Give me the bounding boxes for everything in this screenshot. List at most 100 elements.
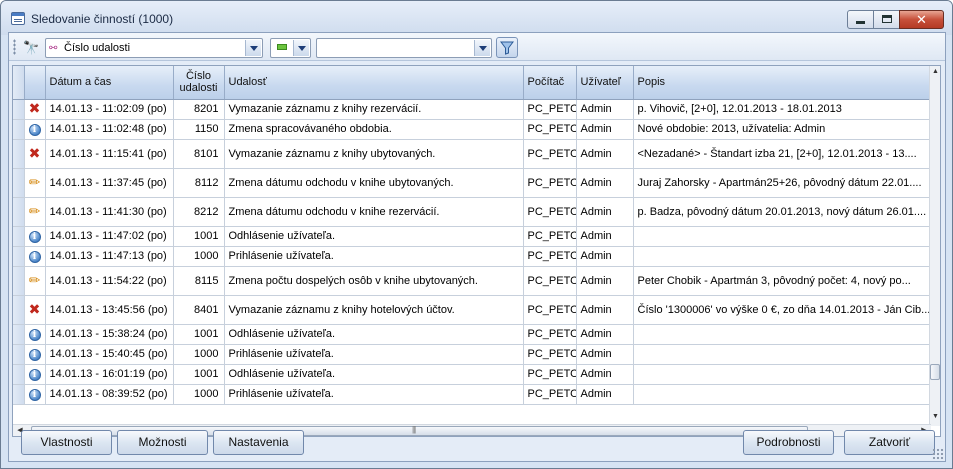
details-button[interactable]: Podrobnosti [743,430,834,455]
table-row[interactable]: ✖ 14.01.13 - 11:02:09 (po) 8201 Vymazanie z… [13,99,932,120]
cell-computer: PC_PETO [523,139,577,169]
title-bar[interactable]: Sledovanie činností (1000) ✕ [1,1,952,35]
vertical-scrollbar[interactable]: ▲ ▼ [929,66,940,426]
row-selector[interactable] [13,99,25,120]
cell-description [633,364,932,385]
cell-description: Peter Chobik - Apartmán 3, pôvodný počet… [633,266,932,296]
scroll-up-icon[interactable]: ▲ [931,68,940,79]
table-row[interactable]: i 14.01.13 - 11:47:13 (po) 1000 Prihlásenie… [13,246,932,267]
info-icon: i [28,123,41,136]
cell-datetime: 14.01.13 - 16:01:19 (po) [45,364,174,385]
row-selector[interactable] [13,168,25,198]
row-type-cell: i [24,344,46,365]
row-selector[interactable] [13,119,25,140]
table-row[interactable]: ✏ 14.01.13 - 11:37:45 (po) 8112 Zmena dátum… [13,168,932,198]
table-row[interactable]: ✖ 14.01.13 - 13:45:56 (po) 8401 Vymazanie z… [13,295,932,325]
table-row[interactable]: ✏ 14.01.13 - 11:54:22 (po) 8115 Zmena počtu… [13,266,932,296]
close-window-button[interactable]: ✕ [899,10,944,29]
vertical-scroll-thumb[interactable] [930,364,940,380]
row-selector[interactable] [13,344,25,365]
link-icon: ⚯ [49,43,58,54]
column-header-user[interactable]: Užívateľ [576,66,634,100]
column-header-computer[interactable]: Počítač [523,66,577,100]
row-type-cell: i [24,246,46,267]
cell-datetime: 14.01.13 - 11:02:09 (po) [45,99,174,120]
cell-description [633,226,932,247]
settings-button[interactable]: Nastavenia [213,430,304,455]
filter-value-input[interactable] [316,38,492,58]
row-type-cell: ✖ [24,99,46,120]
filter-value-dropdown[interactable] [474,40,490,56]
cell-event: Vymazanie záznamu z knihy hotelových účt… [224,295,524,325]
row-type-cell: i [24,226,46,247]
cell-event-number: 1000 [173,384,225,405]
table-row[interactable]: i 14.01.13 - 11:02:48 (po) 1150 Zmena sprac… [13,119,932,140]
pencil-icon: ✏ [28,173,41,190]
minimize-button[interactable] [847,10,874,29]
table-row[interactable]: ✏ 14.01.13 - 11:41:30 (po) 8212 Zmena dátum… [13,197,932,227]
table-row[interactable]: i 14.01.13 - 11:47:02 (po) 1001 Odhlásenie … [13,226,932,247]
cell-description: Nové obdobie: 2013, užívatelia: Admin [633,119,932,140]
cell-event-number: 1150 [173,119,225,140]
binoculars-icon[interactable]: 🔭 [23,40,39,56]
cell-user: Admin [576,344,634,365]
toolbar-grip[interactable] [13,39,16,55]
column-header-datetime[interactable]: Dátum a čas [45,66,174,100]
row-selector[interactable] [13,295,25,325]
cell-event-number: 8112 [173,168,225,198]
window-title: Sledovanie činností (1000) [31,12,174,26]
cell-event: Zmena počtu dospelých osôb v knihe ubyto… [224,266,524,296]
cell-computer: PC_PETO [523,197,577,227]
operator-select[interactable] [270,38,311,58]
events-table: Dátum a čas Číslo udalosti Udalosť Počít… [12,65,941,437]
cell-datetime: 14.01.13 - 08:39:52 (po) [45,384,174,405]
field-select[interactable]: ⚯ Číslo udalosti [45,38,263,58]
field-select-dropdown[interactable] [245,40,261,56]
filter-button[interactable] [496,37,518,58]
scroll-down-icon[interactable]: ▼ [931,413,940,424]
row-type-cell: i [24,364,46,385]
info-icon: i [28,230,41,243]
cell-description: p. Vihovič, [2+0], 12.01.2013 - 18.01.20… [633,99,932,120]
row-selector[interactable] [13,324,25,345]
cell-user: Admin [576,266,634,296]
cell-description: Číslo '1300006' vo výške 0 €, zo dňa 14.… [633,295,932,325]
cell-computer: PC_PETO [523,384,577,405]
cell-datetime: 14.01.13 - 11:15:41 (po) [45,139,174,169]
table-row[interactable]: ✖ 14.01.13 - 11:15:41 (po) 8101 Vymazanie z… [13,139,932,169]
close-button[interactable]: Zatvoriť [844,430,935,455]
cell-user: Admin [576,226,634,247]
window-controls: ✕ [847,10,944,29]
table-row[interactable]: i 14.01.13 - 08:39:52 (po) 1000 Prihlásenie… [13,384,932,405]
resize-grip[interactable] [932,448,944,460]
cell-event: Zmena spracovávaného obdobia. [224,119,524,140]
maximize-button[interactable] [873,10,900,29]
table-row[interactable]: i 14.01.13 - 16:01:19 (po) 1001 Odhlásenie … [13,364,932,385]
cell-description [633,324,932,345]
row-selector[interactable] [13,197,25,227]
properties-button[interactable]: Vlastnosti [21,430,112,455]
column-header-number[interactable]: Číslo udalosti [173,66,225,100]
row-selector[interactable] [13,384,25,405]
operator-select-dropdown[interactable] [293,40,309,56]
column-header-event[interactable]: Udalosť [224,66,524,100]
minimize-icon [856,21,865,24]
row-selector[interactable] [13,226,25,247]
column-header-icon[interactable] [24,66,46,100]
row-selector[interactable] [13,139,25,169]
cell-event: Prihlásenie užívateľa. [224,246,524,267]
options-button[interactable]: Možnosti [117,430,208,455]
cell-user: Admin [576,324,634,345]
column-header-description[interactable]: Popis [633,66,932,100]
row-selector[interactable] [13,364,25,385]
row-selector[interactable] [13,266,25,296]
info-icon: i [28,250,41,263]
cell-event-number: 8212 [173,197,225,227]
row-selector[interactable] [13,246,25,267]
cell-event: Vymazanie záznamu z knihy rezervácií. [224,99,524,120]
table-row[interactable]: i 14.01.13 - 15:38:24 (po) 1001 Odhlásenie … [13,324,932,345]
row-type-cell: i [24,384,46,405]
cell-event: Prihlásenie užívateľa. [224,344,524,365]
table-row[interactable]: i 14.01.13 - 15:40:45 (po) 1000 Prihlásenie… [13,344,932,365]
window-app-icon [11,12,25,25]
